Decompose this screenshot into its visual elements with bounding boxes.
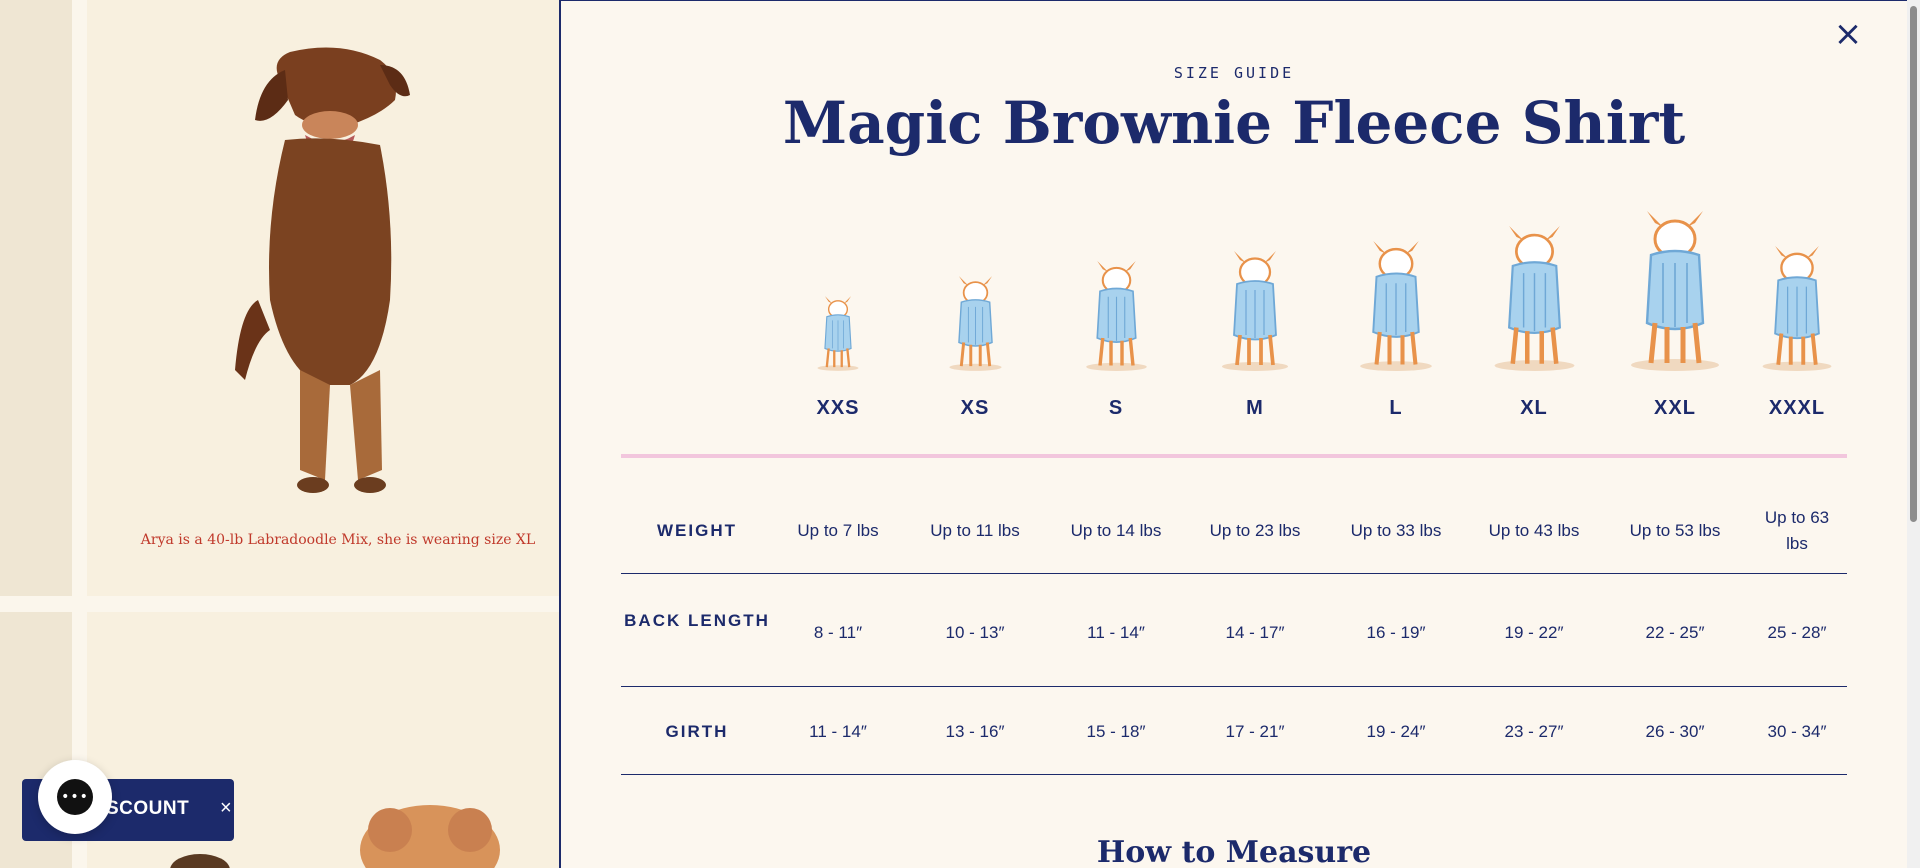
table-cell: Up to 11 lbs [930, 521, 1020, 540]
dog-size-illustration [810, 296, 866, 371]
product-gallery: Arya is a 40-lb Labradoodle Mix, she is … [0, 0, 560, 868]
table-cell: Up to 43 lbs [1488, 521, 1580, 540]
size-label: S [1108, 397, 1124, 419]
table-cell: 25 - 28″ [1767, 623, 1827, 642]
close-icon[interactable]: × [1833, 17, 1863, 51]
table-cell: Up to 63 lbs [1764, 508, 1830, 553]
table-cell: Up to 7 lbs [797, 521, 879, 540]
size-label: XXS [816, 397, 860, 419]
chat-bubble-icon: ••• [57, 779, 93, 815]
table-cell: Up to 33 lbs [1350, 521, 1442, 540]
gallery-tile [0, 0, 72, 596]
size-label: XL [1520, 397, 1548, 419]
row-divider [621, 774, 1847, 775]
section-heading: How to Measure [1096, 835, 1372, 868]
row-divider [621, 686, 1847, 687]
scrollbar-thumb[interactable] [1910, 6, 1917, 522]
chat-button[interactable]: ••• [38, 760, 112, 834]
table-cell: 14 - 17″ [1225, 623, 1285, 642]
size-label: L [1389, 397, 1403, 419]
dog-size-illustration [1480, 226, 1589, 371]
dog-size-illustration [1210, 251, 1300, 371]
size-label: XS [960, 397, 990, 419]
row-label: BACK LENGTH [624, 611, 770, 630]
dog-size-illustration [1347, 241, 1445, 371]
table-cell: 13 - 16″ [945, 722, 1005, 741]
header-divider [621, 454, 1847, 458]
photo-caption: Arya is a 40-lb Labradoodle Mix, she is … [140, 532, 536, 548]
size-guide-modal: × SIZE GUIDE Magic Brownie Fleece Shirt [559, 0, 1907, 868]
size-label: XXXL [1768, 397, 1826, 419]
table-cell: 11 - 14″ [1087, 623, 1145, 642]
dog-size-illustration [1615, 211, 1735, 371]
dog-size-illustration [1750, 246, 1844, 371]
scrollbar[interactable] [1907, 0, 1920, 868]
table-cell: 19 - 24″ [1366, 722, 1426, 741]
row-divider [621, 573, 1847, 574]
size-label: M [1246, 397, 1264, 419]
table-cell: 11 - 14″ [809, 722, 867, 741]
size-illustrations [561, 211, 1907, 371]
dog-size-illustration [940, 276, 1011, 371]
dog-model-photo [170, 854, 230, 868]
table-cell: 26 - 30″ [1645, 722, 1705, 741]
table-cell: Up to 23 lbs [1209, 521, 1301, 540]
table-cell: Up to 14 lbs [1070, 521, 1162, 540]
dog-model-photo [235, 47, 410, 493]
table-cell: Up to 53 lbs [1629, 521, 1721, 540]
close-icon[interactable]: × [220, 797, 232, 820]
table-cell: 30 - 34″ [1767, 722, 1827, 741]
table-cell: 23 - 27″ [1504, 722, 1564, 741]
row-label: WEIGHT [657, 521, 737, 540]
table-cell: 16 - 19″ [1366, 623, 1426, 642]
dog-size-illustration [1075, 261, 1158, 371]
table-cell: 19 - 22″ [1504, 623, 1564, 642]
modal-eyebrow: SIZE GUIDE [1173, 64, 1295, 82]
dog-model-photo [360, 805, 500, 868]
discount-label: SCOUNT [106, 798, 190, 819]
table-cell: 10 - 13″ [945, 623, 1005, 642]
table-cell: 17 - 21″ [1225, 722, 1285, 741]
modal-title: Magic Brownie Fleece Shirt [782, 89, 1686, 157]
table-cell: 15 - 18″ [1086, 722, 1146, 741]
row-label: GIRTH [665, 722, 729, 741]
table-cell: 8 - 11″ [813, 623, 863, 642]
table-cell: 22 - 25″ [1645, 623, 1705, 642]
size-label: XXL [1654, 397, 1696, 419]
